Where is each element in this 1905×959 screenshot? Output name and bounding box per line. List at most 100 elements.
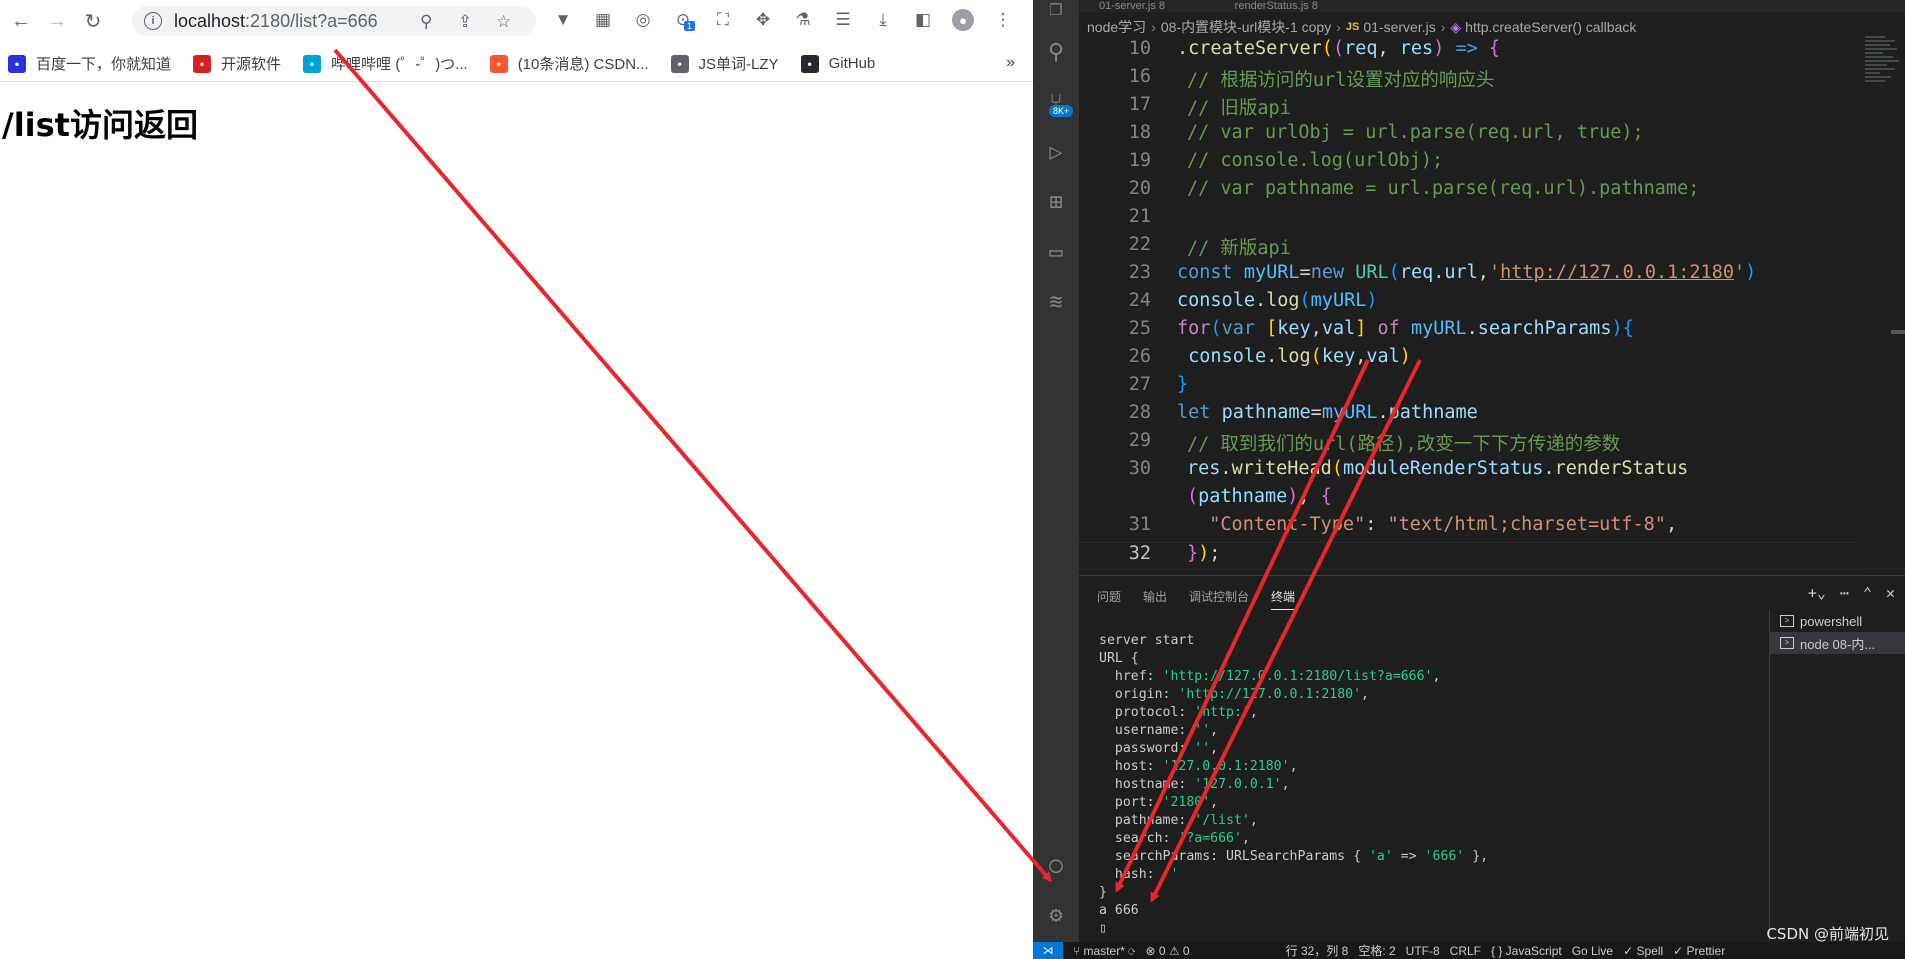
bookmark-label: GitHub [828,55,876,72]
accounts-icon[interactable]: ◯ [1033,845,1079,885]
run-debug-icon[interactable]: ▷ [1033,132,1079,172]
code-line: 28 let pathname=myURL.pathname [1079,402,1859,430]
terminal-output[interactable]: server start URL { href: 'http://127.0.0.… [1099,632,1739,938]
eol-status[interactable]: CRLF [1450,944,1481,958]
breadcrumb-file[interactable]: 01-server.js [1363,19,1435,35]
download-icon[interactable]: ⤓ [872,9,894,31]
forward-icon[interactable]: → [42,6,72,36]
tab-debug-console[interactable]: 调试控制台 [1189,588,1249,610]
share-icon[interactable]: ⇪ [458,12,472,32]
tab-renderstatus[interactable]: renderStatus.js 8 [1235,0,1318,12]
encoding-status[interactable]: UTF-8 [1406,944,1440,958]
cursor-position[interactable]: 行 32，列 8 [1286,942,1349,959]
code-text: for(var [key,val] of myURL.searchParams)… [1177,318,1634,339]
go-live-button[interactable]: Go Live [1572,944,1613,958]
remote-explorer-icon[interactable]: ▭ [1033,232,1079,272]
menu-kebab-icon[interactable]: ⋮ [992,9,1014,31]
settings-gear-icon[interactable]: ⚙ [1033,895,1079,935]
tab-server[interactable]: 01-server.js 8 [1099,0,1165,12]
more-actions-icon[interactable]: ⋯ [1840,584,1849,602]
layers-icon[interactable]: ≋ [1033,282,1079,322]
bookmark-star-icon[interactable]: ☆ [496,12,511,32]
code-line: 25 for(var [key,val] of myURL.searchParam… [1079,318,1859,346]
extension-circle-icon[interactable]: ◎ [632,9,654,31]
minimap[interactable] [1865,36,1905,126]
code-line: 16 // 根据访问的url设置对应的响应头 [1079,66,1859,94]
back-icon[interactable]: ← [6,6,36,36]
panel-controls: +⌄ ⋯ ⌃ ✕ [1794,584,1895,602]
bookmark-item[interactable]: • JS单词-LZY [663,50,787,78]
editor-scrollbar[interactable] [1891,330,1905,334]
terminal-list-item[interactable]: > node 08-内... [1770,632,1905,654]
site-info-icon[interactable]: i [144,12,162,30]
extensions-icon[interactable]: ⊞ [1033,182,1079,222]
extension-badge-icon[interactable]: ⊙ 1 [672,9,696,31]
bookmark-item[interactable]: • 哔哩哔哩 (゜-゜)つ... [295,50,476,78]
reload-icon[interactable]: ↻ [78,6,108,36]
new-terminal-icon[interactable]: +⌄ [1808,584,1826,602]
branch-status[interactable]: ⑂ master* ⟳ [1073,944,1135,958]
extension-grid-icon[interactable]: ▦ [592,9,614,31]
code-line: 10 .createServer((req, res) => { [1079,38,1859,66]
breadcrumb-symbol[interactable]: http.createServer() callback [1465,19,1636,35]
reading-list-icon[interactable]: ☰ [832,9,854,31]
code-line: 17 // 旧版api [1079,94,1859,122]
search-icon[interactable]: ⚲ [1033,32,1079,72]
bookmark-item[interactable]: • (10条消息) CSDN... [482,50,657,78]
code-text: let pathname=myURL.pathname [1177,402,1478,423]
line-number [1079,486,1177,514]
line-number: 29 [1128,430,1151,451]
tab-terminal[interactable]: 终端 [1271,588,1296,610]
address-bar[interactable]: i localhost:2180/list?a=666 ⚲ ⇪ ☆ [132,6,536,36]
breadcrumb-subfolder[interactable]: 08-内置模块-url模块-1 copy [1161,17,1331,37]
activity-bar: ❐ ⚲ ⑂ 8K+ ▷ ⊞ ▭ ≋ ◯ ⚙ [1033,0,1079,942]
tab-output[interactable]: 输出 [1143,588,1167,610]
url-text[interactable]: localhost:2180/list?a=666 [174,11,378,32]
profile-avatar-icon[interactable]: ● [952,9,974,31]
line-number: 24 [1128,290,1151,311]
problems-status[interactable]: ⊗ 0 ⚠ 0 [1145,944,1189,958]
close-panel-icon[interactable]: ✕ [1886,584,1895,602]
breadcrumb-folder[interactable]: node学习 [1087,17,1146,37]
extensions-puzzle-icon[interactable]: ✥ [752,9,774,31]
page-heading: /list访问返回 [2,106,198,144]
code-line: (pathname), { [1079,486,1859,514]
line-number: 20 [1128,178,1151,199]
bookmarks-bar: • 百度一下，你就知道 • 开源软件 • 哔哩哔哩 (゜-゜)つ... • (10条消息) C… [0,46,1033,82]
remote-indicator-icon[interactable]: ⋊ [1033,942,1063,959]
code-line: 24 console.log(myURL) [1079,290,1859,318]
screenshot-icon[interactable]: ⛶ [712,9,734,31]
language-status[interactable]: { } JavaScript [1491,944,1562,958]
code-text: // 根据访问的url设置对应的响应头 [1187,70,1495,91]
maximize-panel-icon[interactable]: ⌃ [1863,584,1872,602]
code-text: .createServer((req, res) => { [1177,38,1501,59]
prettier-status[interactable]: ✓ Prettier [1673,944,1725,958]
tab-problems[interactable]: 问题 [1097,588,1121,610]
bookmark-item[interactable]: • 百度一下，你就知道 [0,50,179,78]
terminal-list-item[interactable]: > powershell [1770,610,1905,632]
side-panel-icon[interactable]: ◧ [912,9,934,31]
code-text: // 取到我们的url(路径),改变一下下方传递的参数 [1187,434,1621,455]
scm-badge: 8K+ [1049,105,1074,117]
code-line: 19 // console.log(urlObj); [1079,150,1859,178]
bookmark-favicon-icon: • [303,54,322,73]
code-line: 26 console.log(key,val) [1079,346,1859,374]
bookmark-item[interactable]: • 开源软件 [185,50,289,78]
labs-flask-icon[interactable]: ⚗ [792,9,814,31]
indent-status[interactable]: 空格: 2 [1358,942,1395,959]
line-number: 22 [1128,234,1151,255]
code-text: console.log(key,val) [1188,346,1411,367]
code-text: }); [1187,543,1221,564]
explorer-icon[interactable]: ❐ [1033,0,1079,28]
extension-vue-icon[interactable]: ▼ [552,9,574,31]
terminal-list-label: powershell [1800,613,1863,629]
bookmark-item[interactable]: • GitHub [793,50,884,78]
terminal-line: search: '?a=666', [1099,831,1250,846]
zoom-icon[interactable]: ⚲ [420,12,432,32]
spell-status[interactable]: ✓ Spell [1623,944,1663,958]
code-line: 29 // 取到我们的url(路径),改变一下下方传递的参数 [1079,430,1859,458]
bookmarks-more-icon[interactable]: » [1006,54,1015,72]
code-line: 18 // var urlObj = url.parse(req.url, tru… [1079,122,1859,150]
status-bar: ⋊ ⑂ master* ⟳ ⊗ 0 ⚠ 0 行 32，列 8 空格: 2 UTF… [1033,942,1905,959]
